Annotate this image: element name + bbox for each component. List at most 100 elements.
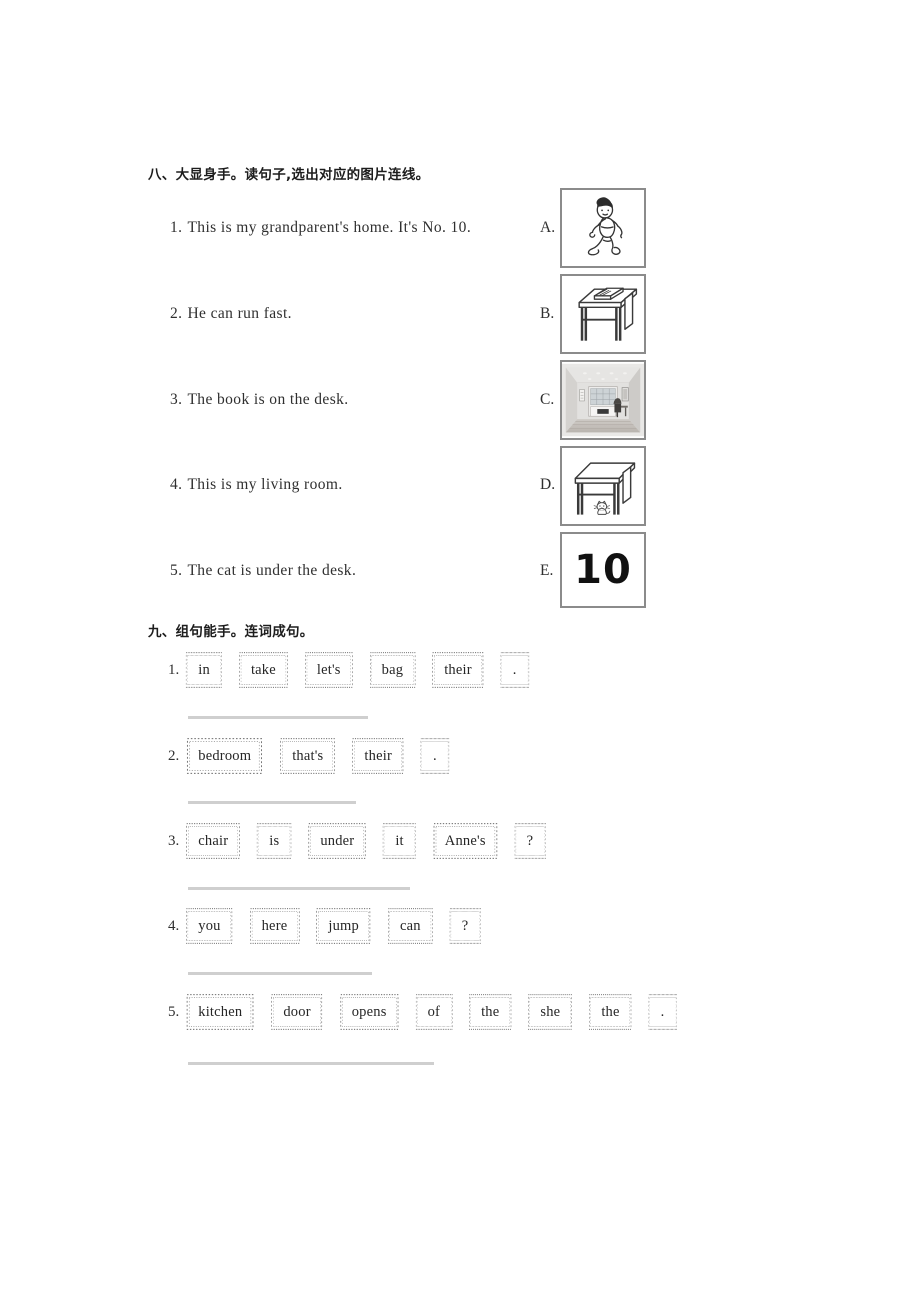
word-card[interactable]: . [420,736,450,776]
word-card-text: that's [292,747,324,764]
word-card[interactable]: ? [449,906,482,946]
word-card[interactable]: she [527,992,573,1032]
option-picture-a[interactable] [560,188,646,268]
word-card[interactable]: let's [304,650,354,690]
section-eight-heading: 八、大显身手。读句子,选出对应的图片连线。 [148,167,430,183]
word-card[interactable]: bedroom [185,736,264,776]
word-order-row-4-number: 4. [168,917,180,934]
answer-line-1[interactable] [188,716,368,719]
word-card-text: door [283,1003,311,1020]
match-sentence-2[interactable]: 2. He can run fast. [170,305,292,323]
word-card[interactable]: . [500,650,530,690]
word-card-text: opens [351,1003,387,1020]
book-on-desk-icon [578,287,638,341]
word-card-text: . [432,747,437,764]
match-sentence-5[interactable]: 5. The cat is under the desk. [170,562,356,580]
option-picture-e[interactable]: 10 [560,532,646,608]
word-card[interactable]: is [256,821,292,861]
word-card[interactable]: opens [339,992,400,1032]
word-card[interactable]: kitchen [185,992,255,1032]
living-room-photo [562,363,644,437]
word-card[interactable]: door [270,992,323,1032]
word-card-text: in [198,661,210,678]
word-order-row-5-number: 5. [168,1003,180,1020]
word-card[interactable]: of [415,992,453,1032]
word-card-text: you [198,917,221,934]
word-card[interactable]: . [648,992,678,1032]
word-card-text: jump [328,917,359,934]
match-sentence-2-text: He can run fast. [187,305,292,322]
option-picture-c[interactable] [560,360,646,440]
word-card-text: is [269,832,280,849]
match-sentence-5-number: 5. [170,562,183,579]
match-sentence-3-text: The book is on the desk. [187,391,349,408]
word-card-text: she [540,1003,561,1020]
match-sentence-3[interactable]: 3. The book is on the desk. [170,391,349,409]
word-card[interactable]: ? [514,821,547,861]
word-card[interactable]: under [307,821,367,861]
word-card[interactable]: Anne's [432,821,499,861]
match-sentence-1-number: 1. [170,219,183,236]
option-letter-e: E. [540,562,554,579]
word-order-row-2: 2. bedroom that's their . [168,736,465,776]
word-card-text: chair [198,832,229,849]
word-card-text: take [250,661,276,678]
option-picture-b[interactable] [560,274,646,354]
word-card-text: under [320,832,355,849]
word-card[interactable]: can [387,906,434,946]
word-card-text: bag [381,661,404,678]
option-letter-d: D. [540,476,556,493]
word-card-text: let's [316,661,341,678]
option-letter-c: C. [540,391,555,408]
match-sentence-4[interactable]: 4. This is my living room. [170,476,343,494]
word-card[interactable]: it [382,821,416,861]
word-card[interactable]: the [468,992,512,1032]
word-card-text: their [364,747,392,764]
worksheet-page: 八、大显身手。读句子,选出对应的图片连线。 1. This is my grand… [0,0,920,1302]
word-card[interactable]: you [185,906,233,946]
match-sentence-5-text: The cat is under the desk. [187,562,357,579]
word-card-text: of [427,1003,441,1020]
answer-line-2[interactable] [188,801,356,804]
word-card[interactable]: take [238,650,289,690]
word-card[interactable]: their [431,650,485,690]
word-card-text: the [481,1003,500,1020]
word-card-text: can [399,917,421,934]
number-ten-label: 10 [574,547,632,593]
word-card[interactable]: that's [279,736,336,776]
option-letter-b: B. [540,305,555,322]
word-card-text: their [444,661,472,678]
word-order-row-3: 3. chair is under it Anne's ? [168,821,561,861]
word-order-row-2-number: 2. [168,747,180,764]
answer-line-4[interactable] [188,972,372,975]
word-card-text: . [660,1003,665,1020]
word-card[interactable]: jump [315,906,372,946]
word-card[interactable]: chair [185,821,241,861]
word-card[interactable]: in [185,650,223,690]
word-order-row-5: 5. kitchen door opens of the she the . [168,992,692,1032]
word-card[interactable]: the [588,992,632,1032]
word-card[interactable]: bag [369,650,417,690]
word-card-text: . [512,661,517,678]
match-sentence-1[interactable]: 1. This is my grandparent's home. It's No… [170,219,471,237]
word-card-text: it [395,832,404,849]
word-card[interactable]: here [249,906,301,946]
option-letter-a: A. [540,219,556,236]
boy-running-icon [587,197,623,256]
answer-line-5[interactable] [188,1062,434,1065]
word-order-row-4: 4. you here jump can ? [168,906,496,946]
answer-line-3[interactable] [188,887,410,890]
word-card-text: kitchen [198,1003,243,1020]
word-card-text: the [601,1003,620,1020]
match-sentence-3-number: 3. [170,391,183,408]
word-card-text: Anne's [444,832,486,849]
word-order-row-3-number: 3. [168,832,180,849]
word-order-row-1-number: 1. [168,661,180,678]
cat-under-desk-icon [574,462,636,515]
option-picture-d[interactable] [560,446,646,526]
word-card-text: ? [526,832,534,849]
word-card-text: bedroom [198,747,252,764]
word-order-row-1: 1. in take let's bag their . [168,650,545,690]
match-sentence-4-number: 4. [170,476,183,493]
word-card[interactable]: their [351,736,405,776]
